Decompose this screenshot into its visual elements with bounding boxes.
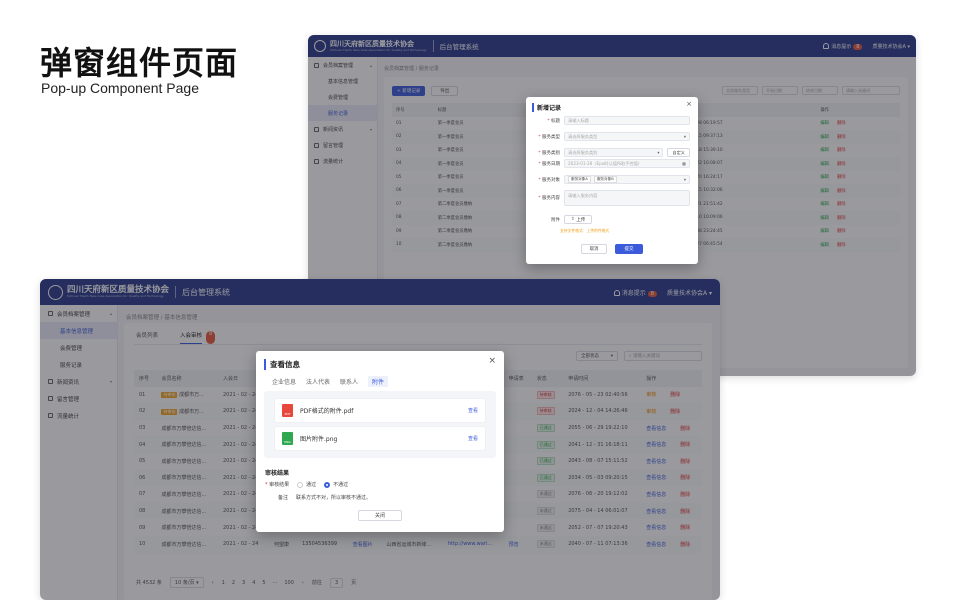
cancel-button[interactable]: 取消 [581, 244, 607, 254]
image-file-icon: PNG [282, 432, 293, 445]
view-file-link[interactable]: 查看 [468, 407, 478, 414]
form-row: * 服务类型 请选择服务类型 ▾ [534, 132, 690, 141]
field-label: * 服务对象 [538, 177, 560, 183]
hero-subtitle: Pop-up Component Page [41, 80, 199, 96]
field-input[interactable]: 请选择服务类型 ▾ [564, 132, 690, 141]
file-name: PDF格式的附件.pdf [300, 408, 354, 415]
close-icon[interactable]: × [686, 100, 692, 108]
upload-hint: 支持文件格式：上传附件格式 [560, 228, 610, 233]
field-input[interactable]: 服务对象A 服务对象B ▾ [564, 175, 690, 184]
field-input[interactable]: 2023-01-28（Epo时认值所取手控值） ▦ [564, 159, 690, 168]
form-row: * 服务日期 2023-01-28（Epo时认值所取手控值） ▦ [534, 159, 690, 168]
chevron-down-icon: ▾ [683, 134, 686, 139]
custom-button[interactable]: 自定义 [667, 148, 690, 157]
file-card: PNG 图片附件.png 查看 [274, 426, 486, 451]
field-input[interactable]: 请输入标题 [564, 116, 690, 125]
submit-button[interactable]: 提交 [615, 244, 643, 254]
note-label: 备注 [278, 495, 289, 501]
review-title: 审核结果 [265, 470, 290, 477]
pdf-file-icon: PDF [282, 404, 293, 417]
field-label: * 服务内容 [538, 196, 560, 201]
field-label: * 服务类型 [538, 134, 560, 140]
form-row: * 服务类别 请选择服务类别 ▾ 自定义 [534, 148, 690, 157]
field-label: * 服务类别 [538, 150, 560, 156]
form-row: * 标题 请输入标题 [534, 116, 690, 125]
close-icon[interactable]: × [488, 356, 496, 366]
field-label: * 标题 [547, 118, 560, 124]
calendar-icon: ▦ [682, 161, 686, 166]
upload-button[interactable]: ⇪ 上传 [564, 215, 593, 224]
field-input[interactable]: 请输入服务内容 [564, 190, 690, 206]
field-label: * 服务日期 [538, 161, 560, 167]
pass-radio[interactable]: 通过 [297, 481, 316, 488]
form-row: * 服务内容 请输入服务内容 [534, 190, 690, 206]
add-record-dialog: 新增记录 × * 标题 请输入标题 * 服务类型 请选择服务类型 ▾ * 服务类别 请选择服… [526, 97, 698, 264]
hero-title: 弹窗组件页面 [40, 44, 239, 82]
chevron-down-icon: ▾ [683, 177, 686, 182]
dialog-title: 查看信息 [264, 359, 300, 370]
dialog-tab[interactable]: 企业信息 [272, 377, 296, 386]
view-file-link[interactable]: 查看 [468, 435, 478, 442]
dialog-title: 新增记录 [532, 103, 561, 112]
dialog-tab[interactable]: 附件 [368, 376, 389, 387]
note-text: 联系方式不对，所以审核不通过。 [296, 495, 372, 501]
dialog-tab[interactable]: 联系人 [340, 377, 358, 386]
field-input[interactable]: 请选择服务类别 ▾ [564, 148, 664, 157]
object-tag[interactable]: 服务对象B [593, 176, 617, 183]
attach-label: 附件 [551, 217, 560, 223]
close-button[interactable]: 关闭 [358, 510, 402, 521]
fail-radio[interactable]: 不通过 [324, 481, 348, 488]
file-card: PDF PDF格式的附件.pdf 查看 [274, 398, 486, 423]
object-tag[interactable]: 服务对象A [568, 176, 591, 183]
chevron-down-icon: ▾ [657, 150, 660, 155]
file-name: 图片附件.png [300, 436, 338, 443]
view-info-dialog: 查看信息 × 企业信息 法人代表 联系人 附件 PDF PDF格式的附件.pdf 查看 PN… [256, 351, 504, 532]
form-row: * 服务对象 服务对象A 服务对象B ▾ [534, 175, 690, 184]
review-label: * 审核结果 [265, 482, 290, 488]
dialog-tab[interactable]: 法人代表 [306, 377, 330, 386]
